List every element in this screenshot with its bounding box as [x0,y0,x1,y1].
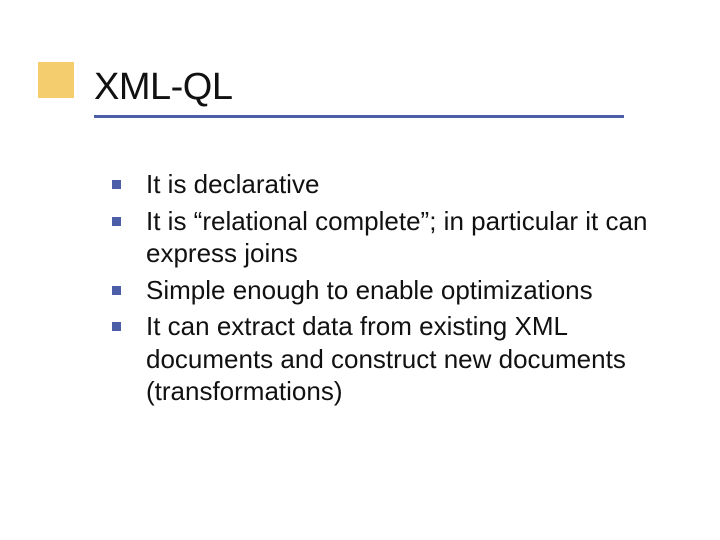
list-item: Simple enough to enable optimizations [112,274,680,307]
slide: XML-QL It is declarative It is “relation… [0,0,720,540]
bullet-text: It is declarative [146,169,319,199]
bullet-text: It is “relational complete”; in particul… [146,206,647,269]
bullet-list: It is declarative It is “relational comp… [112,168,680,408]
list-item: It is “relational complete”; in particul… [112,205,680,270]
bullet-text: It can extract data from existing XML do… [146,311,626,406]
bullet-square-icon [112,180,121,189]
list-item: It is declarative [112,168,680,201]
title-underline [94,115,624,118]
bullet-square-icon [112,217,121,226]
slide-body: It is declarative It is “relational comp… [112,168,680,412]
slide-title: XML-QL [94,66,624,109]
title-accent-square [38,62,74,98]
title-block: XML-QL [94,66,624,118]
bullet-text: Simple enough to enable optimizations [146,275,593,305]
bullet-square-icon [112,286,121,295]
list-item: It can extract data from existing XML do… [112,310,680,408]
bullet-square-icon [112,322,121,331]
